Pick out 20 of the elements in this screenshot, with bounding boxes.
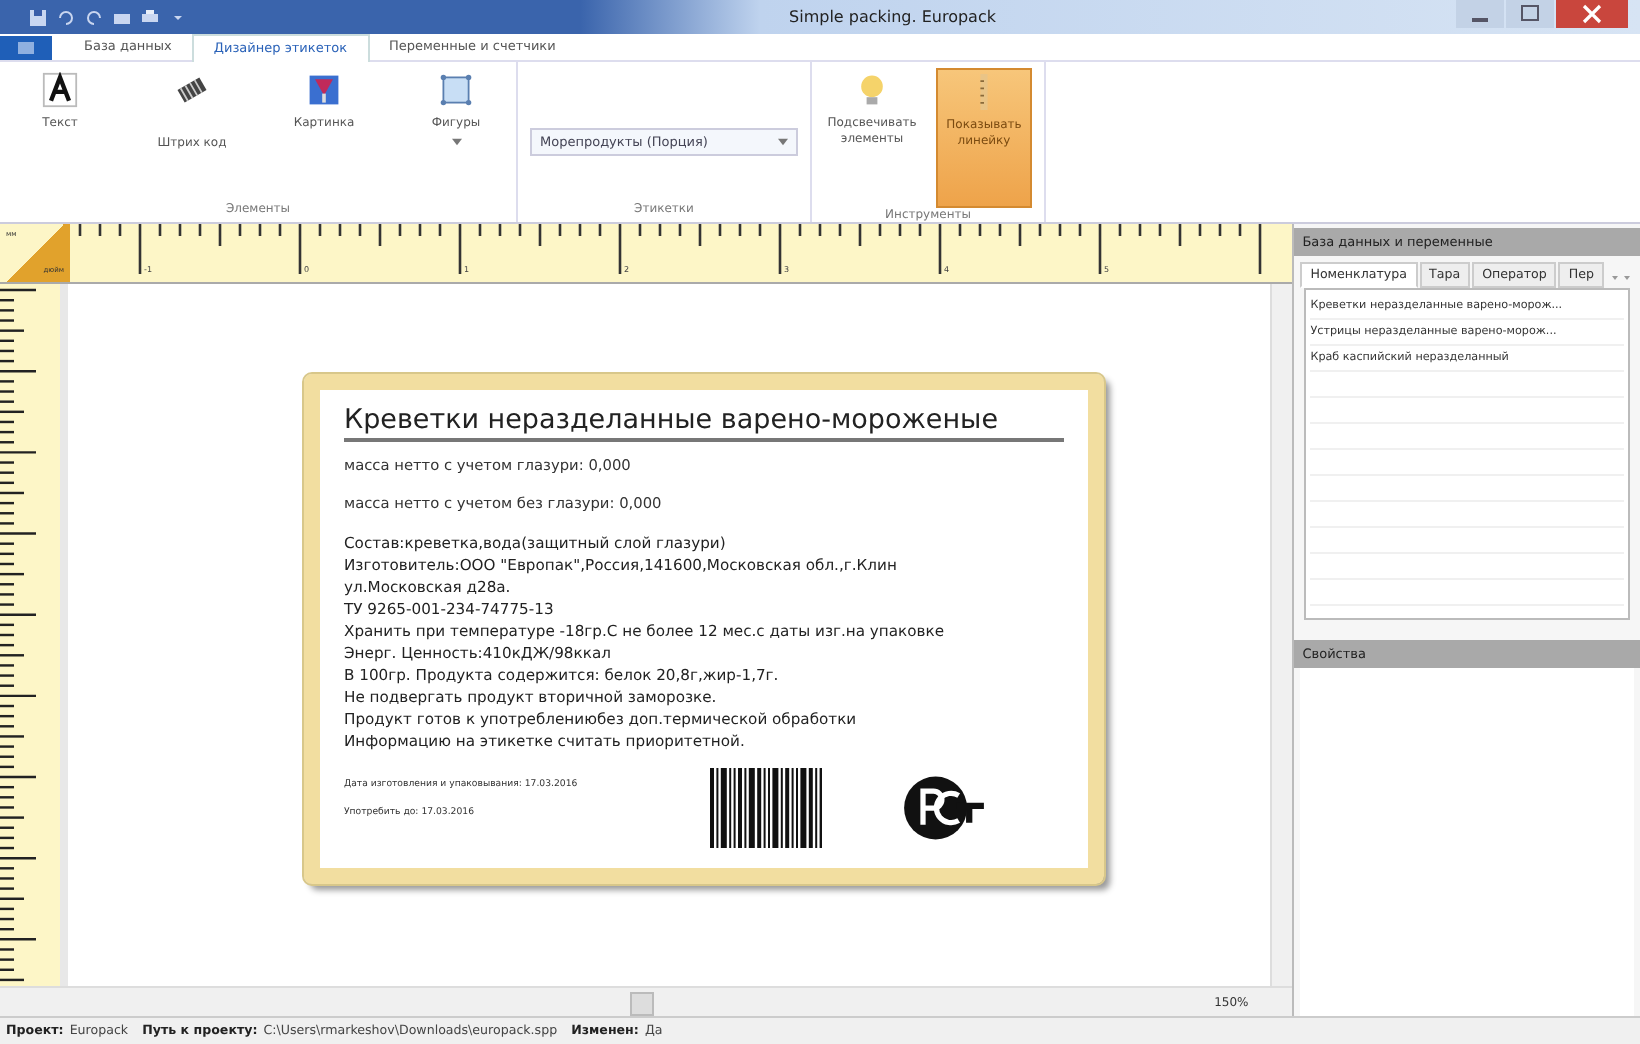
barcode-icon — [174, 72, 210, 108]
vertical-scrollbar[interactable] — [1270, 284, 1293, 986]
window-title: Simple packing. Europack — [789, 8, 996, 26]
close-icon[interactable] — [1556, 0, 1628, 28]
maximize-icon[interactable] — [1506, 0, 1554, 28]
app-menu-button[interactable] — [0, 35, 52, 59]
barcode — [710, 768, 822, 848]
letter-icon — [42, 72, 78, 108]
save-icon[interactable] — [28, 7, 48, 27]
image-icon — [306, 72, 342, 108]
redo-icon[interactable] — [84, 7, 104, 27]
caret-icon — [451, 137, 461, 146]
label-card[interactable] — [304, 374, 1104, 884]
certification-mark-icon — [902, 774, 986, 842]
minimize-icon[interactable] — [1456, 0, 1504, 28]
shape-icon — [438, 72, 474, 108]
caret-icon — [778, 138, 788, 146]
print-icon[interactable] — [140, 7, 160, 27]
undo-icon[interactable] — [56, 7, 76, 27]
product-title: Креветки неразделанные варено-мороженые — [344, 404, 1064, 442]
